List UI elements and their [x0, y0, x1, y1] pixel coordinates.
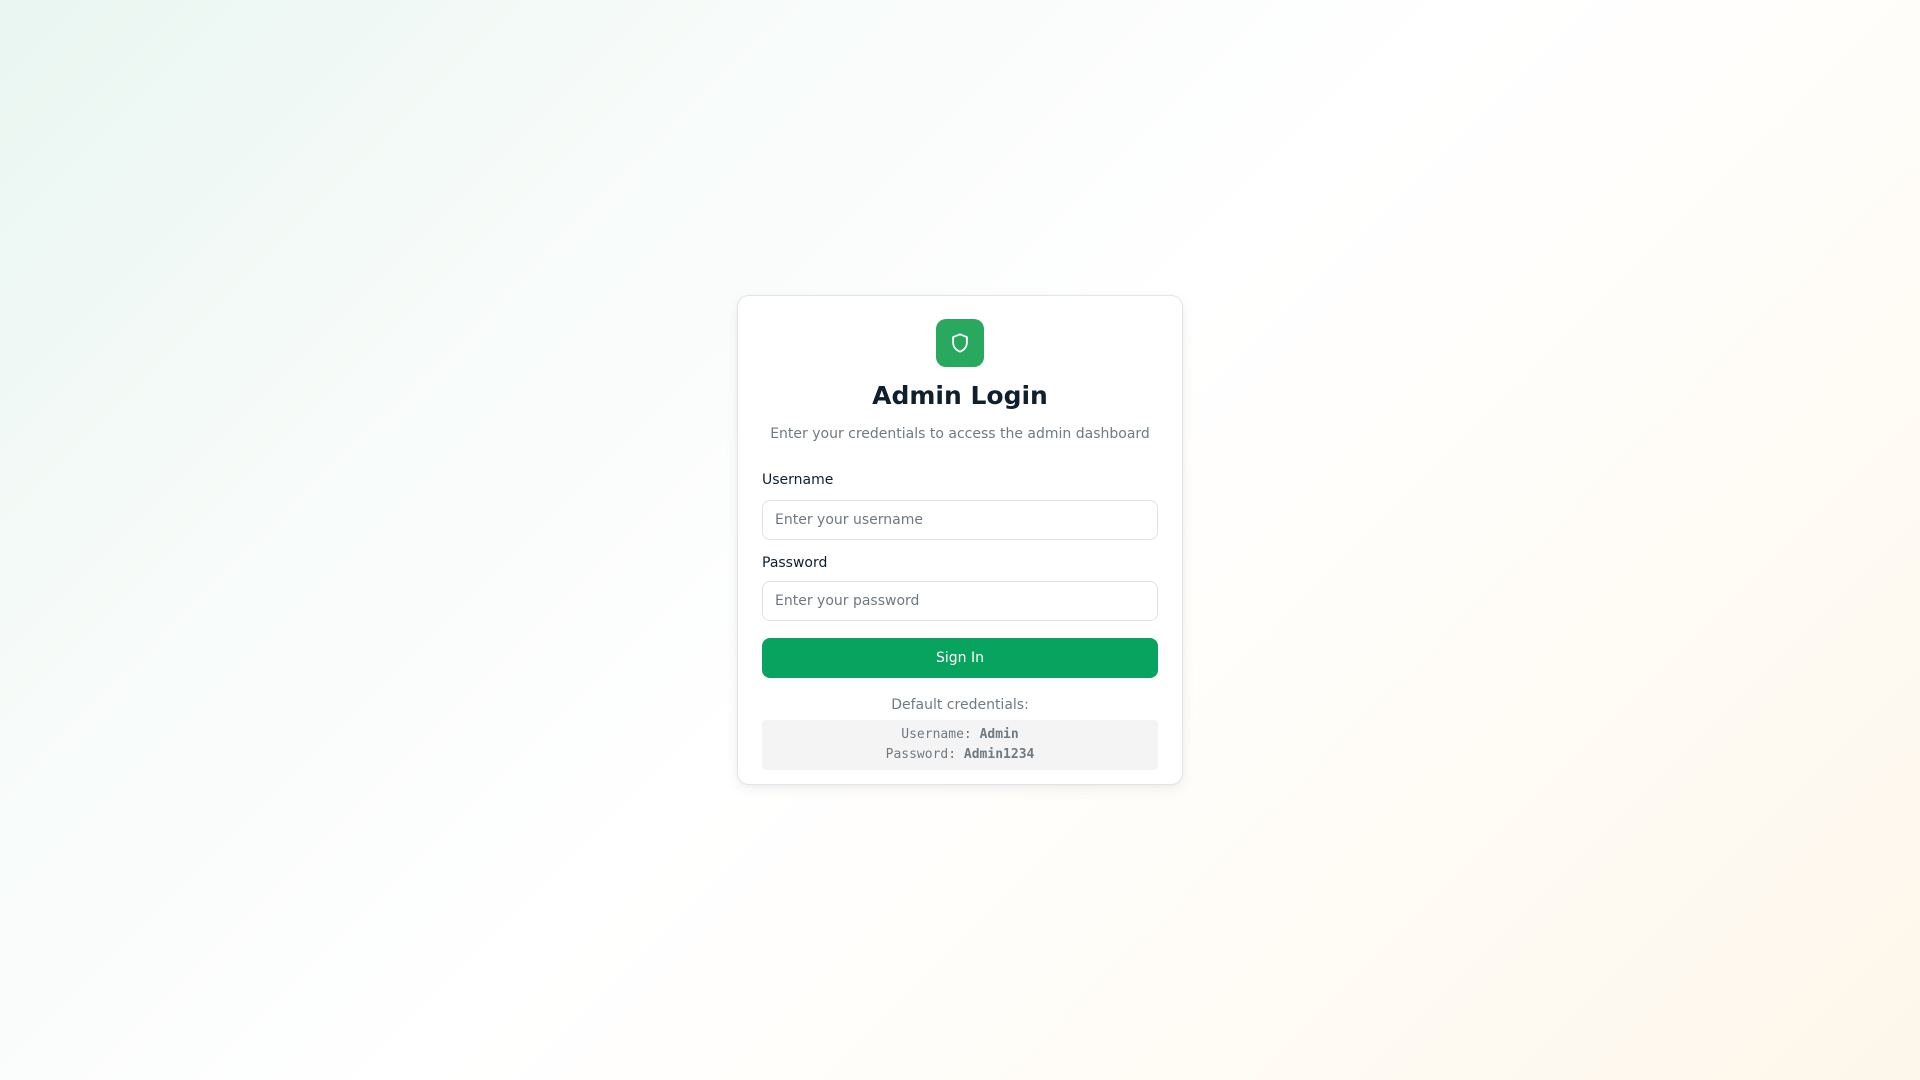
password-label: Password — [762, 555, 828, 571]
password-input[interactable] — [762, 581, 1158, 621]
default-password-value: Admin1234 — [963, 747, 1035, 762]
default-credentials-box: Username: Admin Password: Admin1234 — [762, 720, 1158, 770]
default-password-line: Password: Admin1234 — [762, 745, 1158, 765]
login-card: Admin Login Enter your credentials to ac… — [737, 295, 1183, 785]
default-username-label: Username: — [901, 727, 972, 742]
page-subtitle: Enter your credentials to access the adm… — [770, 426, 1150, 442]
default-username-value: Admin — [979, 727, 1019, 742]
default-credentials-title: Default credentials: — [891, 697, 1029, 713]
username-input[interactable] — [762, 500, 1158, 540]
username-label: Username — [762, 472, 834, 488]
page-title: Admin Login — [872, 381, 1048, 410]
sign-in-button[interactable]: Sign In — [762, 638, 1158, 678]
login-form: Username Password Sign In — [762, 471, 1158, 678]
default-username-line: Username: Admin — [762, 725, 1158, 745]
default-password-label: Password: — [885, 747, 957, 762]
shield-icon — [936, 319, 984, 367]
logo-wrap — [762, 319, 1158, 367]
